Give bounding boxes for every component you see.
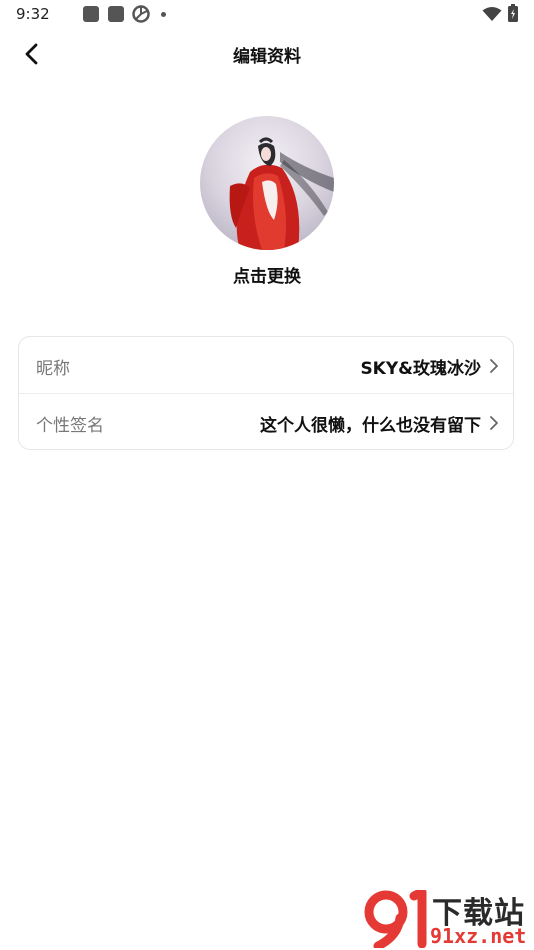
watermark-domain: 91xz.net xyxy=(430,924,527,948)
profile-card: 昵称 SKY&玫瑰冰沙 个性签名 这个人很懒，什么也没有留下 xyxy=(18,336,514,450)
status-time: 9:32 xyxy=(16,5,50,23)
chevron-right-icon xyxy=(490,416,498,430)
status-bar: 9:32 xyxy=(0,0,534,30)
nickname-row[interactable]: 昵称 SKY&玫瑰冰沙 xyxy=(19,337,513,393)
nickname-value: SKY&玫瑰冰沙 xyxy=(360,359,481,379)
app-square-icon xyxy=(83,6,99,22)
chevron-right-icon xyxy=(490,359,498,373)
watermark-logo-icon xyxy=(364,890,427,948)
spinner-icon xyxy=(132,5,150,23)
app-bar: 编辑资料 xyxy=(0,30,534,78)
battery-icon xyxy=(508,4,518,22)
watermark: 下载站 91xz.net xyxy=(364,888,534,950)
app-square-icon xyxy=(108,6,124,22)
dot-icon xyxy=(161,12,166,17)
signature-value: 这个人很懒，什么也没有留下 xyxy=(260,416,481,436)
avatar[interactable] xyxy=(200,116,334,250)
wifi-icon xyxy=(482,7,502,21)
change-avatar-label[interactable]: 点击更换 xyxy=(0,262,534,287)
page-title: 编辑资料 xyxy=(233,47,301,67)
signature-label: 个性签名 xyxy=(36,416,104,436)
signature-row[interactable]: 个性签名 这个人很懒，什么也没有留下 xyxy=(19,394,513,450)
nickname-label: 昵称 xyxy=(36,359,70,379)
